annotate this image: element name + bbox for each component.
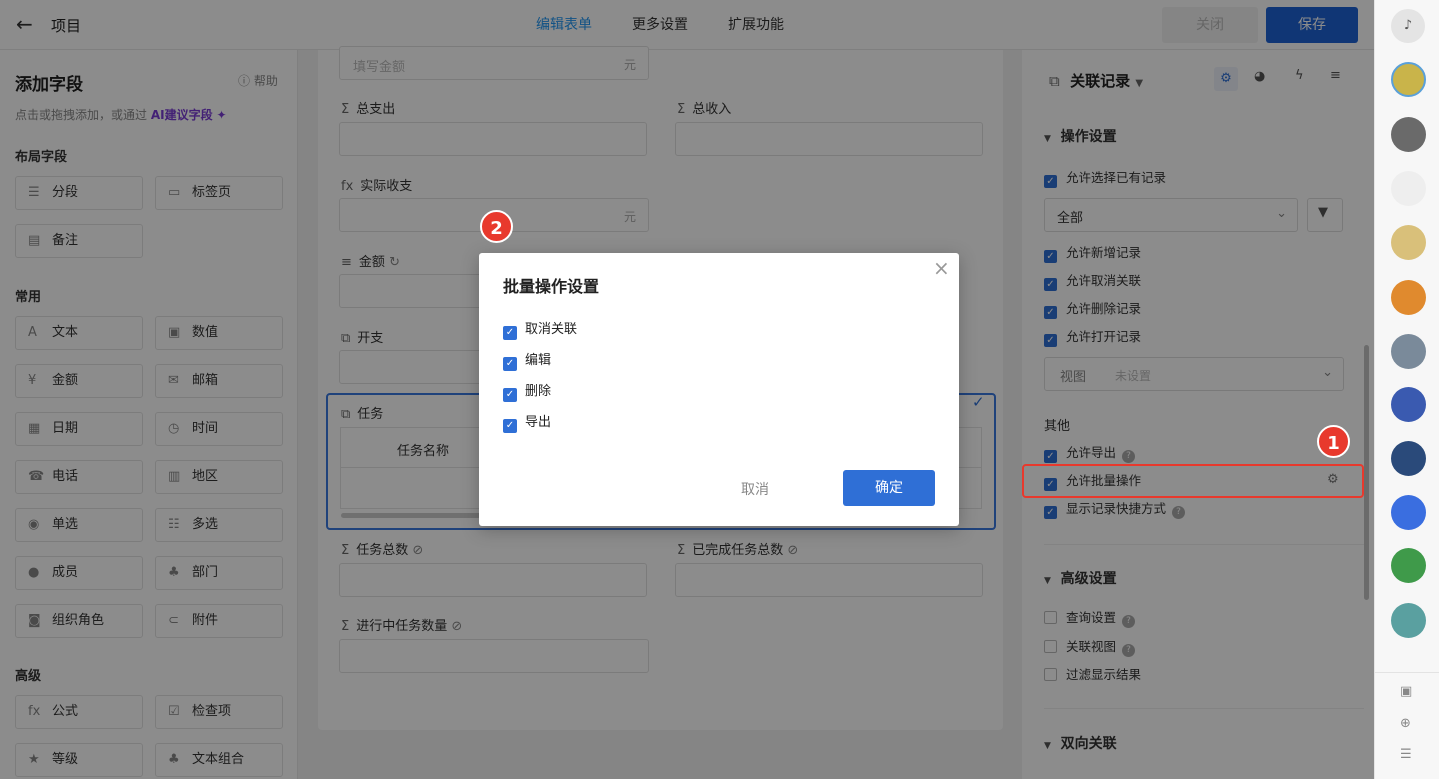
app-avatar[interactable] — [1391, 441, 1426, 476]
option-label: 编辑 — [525, 353, 552, 368]
highlight-box — [1022, 464, 1364, 498]
add-circle-icon[interactable]: ⊕ — [1400, 716, 1411, 731]
option-edit-checkbox[interactable]: ✓ 编辑 — [503, 349, 551, 371]
cancel-button[interactable]: 取消 — [741, 479, 769, 499]
app-avatar[interactable] — [1391, 387, 1426, 422]
app-avatar[interactable] — [1391, 171, 1426, 206]
app-avatar[interactable] — [1391, 280, 1426, 315]
app-avatar[interactable] — [1391, 62, 1426, 97]
step-badge-2: 2 — [480, 210, 513, 243]
option-export-checkbox[interactable]: ✓ 导出 — [503, 411, 551, 433]
close-icon[interactable]: × — [933, 256, 950, 280]
contacts-icon[interactable]: ▣ — [1400, 684, 1412, 699]
batch-settings-dialog: 批量操作设置 × ✓ 取消关联 ✓ 编辑 ✓ 删除 ✓ 导出 取消 确定 — [479, 253, 959, 526]
app-avatar[interactable] — [1391, 117, 1426, 152]
app-avatar[interactable] — [1391, 603, 1426, 638]
option-label: 导出 — [525, 415, 552, 430]
dialog-title: 批量操作设置 — [503, 277, 600, 296]
divider — [1375, 672, 1439, 673]
app-avatar[interactable] — [1391, 495, 1426, 530]
collapse-menu-icon[interactable]: ☰ — [1400, 747, 1412, 762]
checkbox-checked-icon: ✓ — [503, 419, 517, 433]
app-avatar[interactable] — [1391, 548, 1426, 583]
option-label: 删除 — [525, 384, 552, 399]
checkbox-checked-icon: ✓ — [503, 326, 517, 340]
app-avatar[interactable] — [1391, 334, 1426, 369]
app-avatar[interactable] — [1391, 225, 1426, 260]
checkbox-checked-icon: ✓ — [503, 357, 517, 371]
app-rail: ♪ ▣ ⊕ ☰ — [1374, 0, 1439, 779]
option-delete-checkbox[interactable]: ✓ 删除 — [503, 380, 551, 402]
checkbox-checked-icon: ✓ — [503, 388, 517, 402]
bell-icon[interactable]: ♪ — [1391, 9, 1425, 43]
step-badge-1: 1 — [1317, 425, 1350, 458]
option-label: 取消关联 — [525, 322, 578, 337]
option-unlink-checkbox[interactable]: ✓ 取消关联 — [503, 318, 577, 340]
confirm-button[interactable]: 确定 — [843, 470, 935, 506]
